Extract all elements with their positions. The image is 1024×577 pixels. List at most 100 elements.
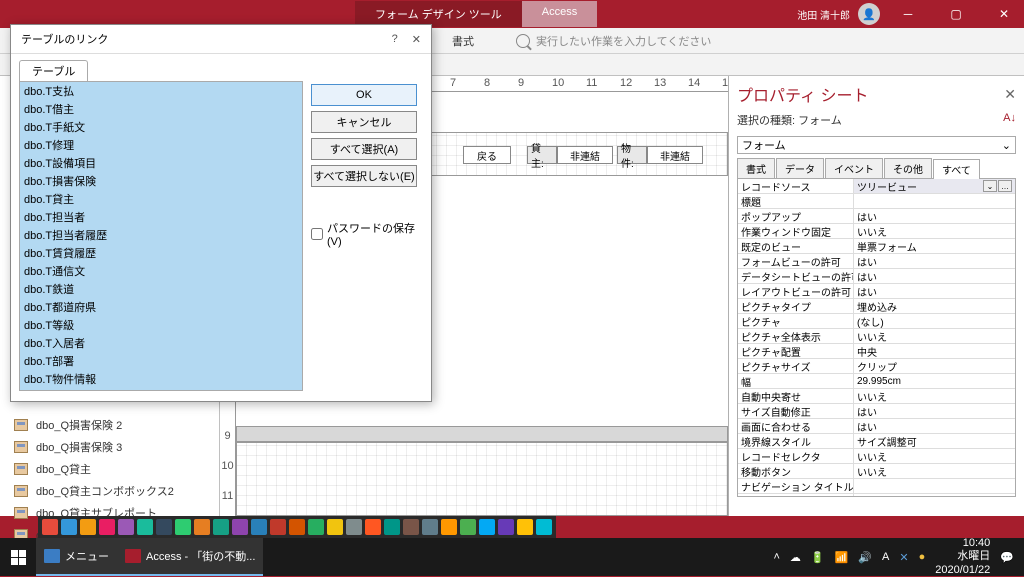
- property-value[interactable]: 中央: [854, 344, 1015, 358]
- ok-button[interactable]: OK: [311, 84, 417, 106]
- nav-item[interactable]: dbo_Q貸主: [0, 458, 219, 480]
- quick-icon[interactable]: [137, 519, 153, 535]
- dialog-table-list[interactable]: dbo.T支払dbo.T借主dbo.T手紙文dbo.T修理dbo.T設備項目db…: [19, 81, 303, 391]
- property-row[interactable]: レコードソースツリービュー⌄…: [738, 179, 1015, 194]
- list-item[interactable]: dbo.T修理: [20, 136, 302, 154]
- quick-icon[interactable]: [384, 519, 400, 535]
- property-row[interactable]: データシートビューの許可はい: [738, 269, 1015, 284]
- property-row[interactable]: 移動ボタンいいえ: [738, 464, 1015, 479]
- property-value[interactable]: ツリービュー⌄…: [854, 179, 1015, 193]
- property-value[interactable]: 埋め込み: [854, 299, 1015, 313]
- quick-icon[interactable]: [99, 519, 115, 535]
- property-tab[interactable]: その他: [884, 158, 932, 178]
- tray-up-icon[interactable]: ˄: [773, 551, 779, 563]
- quick-icon[interactable]: [460, 519, 476, 535]
- property-row[interactable]: ナビゲーション タイトル: [738, 479, 1015, 494]
- ime-icon[interactable]: A: [882, 551, 889, 563]
- quick-icon[interactable]: [441, 519, 457, 535]
- dialog-close-icon[interactable]: ✕: [412, 33, 421, 46]
- wifi-icon[interactable]: 📶: [835, 551, 849, 564]
- taskbar-clock[interactable]: 10:40 水曜日 2020/01/22: [935, 537, 990, 577]
- property-row[interactable]: ピクチャタイプ埋め込み: [738, 299, 1015, 314]
- property-value[interactable]: いいえ: [854, 494, 1015, 497]
- list-item[interactable]: dbo.T担当者履歴: [20, 226, 302, 244]
- quick-icon[interactable]: [194, 519, 210, 535]
- list-item[interactable]: dbo.T通信文: [20, 262, 302, 280]
- quick-icon[interactable]: [42, 519, 58, 535]
- property-row[interactable]: 境界線スタイルサイズ調整可: [738, 434, 1015, 449]
- list-item[interactable]: dbo.T物件情報: [20, 370, 302, 388]
- taskbar-app-access[interactable]: Access - 「街の不動...: [117, 538, 263, 576]
- property-tab[interactable]: データ: [776, 158, 824, 178]
- list-item[interactable]: dbo.T部署: [20, 352, 302, 370]
- property-value[interactable]: はい: [854, 404, 1015, 418]
- property-row[interactable]: ピクチャ配置中央: [738, 344, 1015, 359]
- battery-icon[interactable]: 🔋: [811, 551, 825, 564]
- user-avatar-icon[interactable]: 👤: [858, 3, 880, 25]
- property-row[interactable]: 自動中央寄せいいえ: [738, 389, 1015, 404]
- list-item[interactable]: dbo.T都道府県: [20, 298, 302, 316]
- property-value[interactable]: サイズ調整可: [854, 434, 1015, 448]
- property-value[interactable]: はい: [854, 269, 1015, 283]
- property-value[interactable]: [854, 194, 1015, 208]
- nav-item[interactable]: dbo_Q貸主コンボボックス2: [0, 480, 219, 502]
- volume-icon[interactable]: 🔊: [858, 551, 872, 564]
- quick-icon[interactable]: [308, 519, 324, 535]
- builder-icon[interactable]: …: [998, 180, 1012, 192]
- property-value[interactable]: いいえ: [854, 449, 1015, 463]
- quick-icon[interactable]: [232, 519, 248, 535]
- dialog-help-icon[interactable]: ?: [392, 33, 398, 46]
- property-tab[interactable]: 書式: [737, 158, 775, 178]
- property-grid[interactable]: レコードソースツリービュー⌄…標題ポップアップはい作業ウィンドウ固定いいえ既定の…: [737, 179, 1016, 497]
- property-row[interactable]: ピクチャ全体表示いいえ: [738, 329, 1015, 344]
- property-row[interactable]: レイアウトビューの許可はい: [738, 284, 1015, 299]
- checkbox-input[interactable]: [311, 228, 323, 240]
- property-value[interactable]: 単票フォーム: [854, 239, 1015, 253]
- property-value[interactable]: はい: [854, 254, 1015, 268]
- property-row[interactable]: 幅29.995cm: [738, 374, 1015, 389]
- property-value[interactable]: はい: [854, 284, 1015, 298]
- property-value[interactable]: いいえ: [854, 389, 1015, 403]
- list-item[interactable]: dbo.T物件台帳: [20, 388, 302, 391]
- list-item[interactable]: dbo.T入居者: [20, 334, 302, 352]
- quick-icon[interactable]: [422, 519, 438, 535]
- tell-me-search[interactable]: 実行したい作業を入力してください: [516, 33, 711, 49]
- dialog-tab-tables[interactable]: テーブル: [19, 60, 88, 81]
- sort-icon[interactable]: A↓: [1003, 112, 1016, 128]
- quick-icon[interactable]: [479, 519, 495, 535]
- quick-icon[interactable]: [536, 519, 552, 535]
- nav-item[interactable]: dbo_Q損害保険 3: [0, 436, 219, 458]
- property-value[interactable]: [854, 479, 1015, 493]
- property-row[interactable]: サイズ自動修正はい: [738, 404, 1015, 419]
- property-value[interactable]: いいえ: [854, 464, 1015, 478]
- list-item[interactable]: dbo.T等級: [20, 316, 302, 334]
- list-item[interactable]: dbo.T支払: [20, 82, 302, 100]
- quick-icon[interactable]: [498, 519, 514, 535]
- maximize-button[interactable]: ▢: [936, 0, 976, 28]
- deselect-all-button[interactable]: すべて選択しない(E): [311, 165, 417, 187]
- select-all-button[interactable]: すべて選択(A): [311, 138, 417, 160]
- property-row[interactable]: 既定のビュー単票フォーム: [738, 239, 1015, 254]
- notification-icon[interactable]: 💬: [1000, 551, 1014, 564]
- property-tab[interactable]: すべて: [933, 159, 980, 179]
- list-item[interactable]: dbo.T手紙文: [20, 118, 302, 136]
- back-button-control[interactable]: 戻る: [463, 146, 511, 164]
- property-sheet-close-icon[interactable]: ✕: [1004, 86, 1016, 103]
- label-lender[interactable]: 貸主:: [527, 146, 557, 164]
- list-item[interactable]: dbo.T借主: [20, 100, 302, 118]
- nav-item[interactable]: dbo_Q損害保険 2: [0, 414, 219, 436]
- quick-icon[interactable]: [327, 519, 343, 535]
- label-property[interactable]: 物件:: [617, 146, 647, 164]
- property-value[interactable]: (なし): [854, 314, 1015, 328]
- textbox-property[interactable]: 非連結: [647, 146, 703, 164]
- property-object-selector[interactable]: フォーム ⌄: [737, 136, 1016, 154]
- property-value[interactable]: はい: [854, 419, 1015, 433]
- minimize-button[interactable]: ─: [888, 0, 928, 28]
- quick-icon[interactable]: [270, 519, 286, 535]
- location-icon[interactable]: ●: [919, 551, 926, 563]
- list-item[interactable]: dbo.T鉄道: [20, 280, 302, 298]
- property-row[interactable]: ピクチャ(なし): [738, 314, 1015, 329]
- quick-icon[interactable]: [175, 519, 191, 535]
- quick-icon[interactable]: [156, 519, 172, 535]
- property-row[interactable]: ピクチャサイズクリップ: [738, 359, 1015, 374]
